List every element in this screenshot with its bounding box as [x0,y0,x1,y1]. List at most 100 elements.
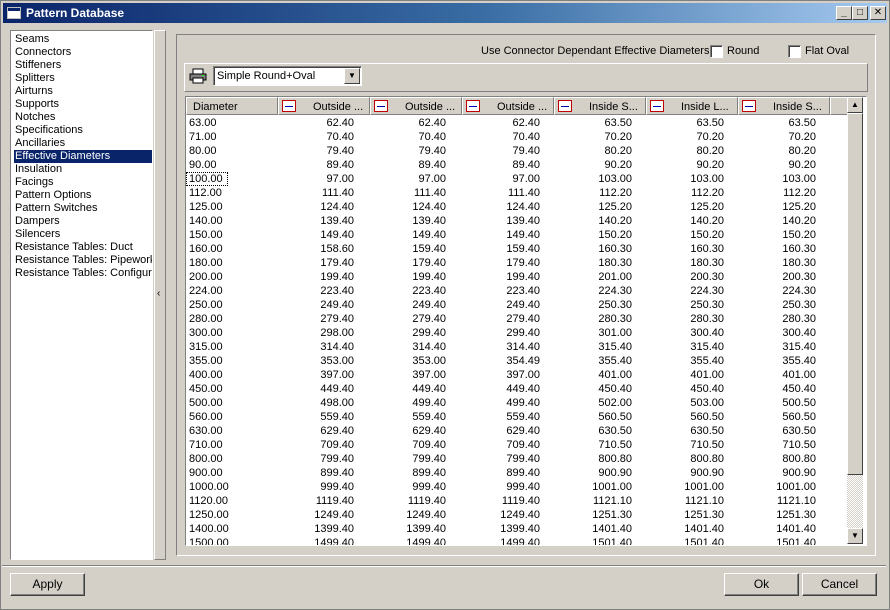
value-cell[interactable]: 200.30 [646,270,724,284]
diameter-cell[interactable]: 180.00 [186,256,276,270]
value-cell[interactable]: 353.00 [370,354,446,368]
value-cell[interactable]: 79.40 [462,144,540,158]
value-cell[interactable]: 630.50 [646,424,724,438]
value-cell[interactable]: 1501.40 [738,536,816,545]
minimize-button[interactable]: _ [836,6,852,20]
value-cell[interactable]: 314.40 [278,340,354,354]
sidebar-item[interactable]: Insulation [14,163,152,176]
value-cell[interactable]: 112.20 [554,186,632,200]
column-header[interactable]: Inside S... [738,97,830,115]
value-cell[interactable]: 124.40 [462,200,540,214]
table-row[interactable]: 1000.00 999.40 999.40 999.40 1001.00 1001.00 1… [186,480,848,494]
collapse-arrow-icon[interactable]: ‹ [157,288,160,299]
value-cell[interactable]: 200.30 [738,270,816,284]
value-cell[interactable]: 709.40 [462,438,540,452]
value-cell[interactable]: 502.00 [554,396,632,410]
diameter-cell[interactable]: 630.00 [186,424,276,438]
scroll-down-icon[interactable]: ▼ [847,528,863,544]
sidebar-item[interactable]: Pattern Switches [14,202,152,215]
diameter-cell[interactable]: 63.00 [186,116,276,130]
value-cell[interactable]: 249.40 [278,298,354,312]
table-row[interactable]: 1500.00 1499.40 1499.40 1499.40 1501.40 1501.… [186,536,848,545]
diameter-cell[interactable]: 140.00 [186,214,276,228]
value-cell[interactable]: 160.30 [554,242,632,256]
value-cell[interactable]: 62.40 [370,116,446,130]
value-cell[interactable]: 799.40 [278,452,354,466]
value-cell[interactable]: 80.20 [646,144,724,158]
value-cell[interactable]: 629.40 [462,424,540,438]
value-cell[interactable]: 125.20 [554,200,632,214]
apply-button[interactable]: Apply [10,573,85,596]
table-row[interactable]: 560.00 559.40 559.40 559.40 560.50 560.50 560.… [186,410,848,424]
value-cell[interactable]: 180.30 [738,256,816,270]
diameter-cell[interactable]: 112.00 [186,186,276,200]
sidebar-item[interactable]: Effective Diameters [14,150,152,163]
value-cell[interactable]: 450.40 [646,382,724,396]
sidebar-item[interactable]: Facings [14,176,152,189]
value-cell[interactable]: 250.30 [646,298,724,312]
table-row[interactable]: 63.00 62.40 62.40 62.40 63.50 63.50 63.50 [186,116,848,130]
value-cell[interactable]: 180.30 [646,256,724,270]
sidebar-item[interactable]: Ancillaries [14,137,152,150]
table-row[interactable]: 1120.00 1119.40 1119.40 1119.40 1121.10 1121.… [186,494,848,508]
value-cell[interactable]: 299.40 [370,326,446,340]
diameter-cell[interactable]: 280.00 [186,312,276,326]
value-cell[interactable]: 300.40 [646,326,724,340]
value-cell[interactable]: 150.20 [738,228,816,242]
effective-diameters-grid[interactable]: Diameter Outside ... Outside ... Outside ..… [185,96,867,546]
value-cell[interactable]: 1401.40 [646,522,724,536]
sidebar-item[interactable]: Supports [14,98,152,111]
value-cell[interactable]: 249.40 [462,298,540,312]
table-row[interactable]: 500.00 498.00 499.40 499.40 502.00 503.00 500.… [186,396,848,410]
value-cell[interactable]: 125.20 [738,200,816,214]
value-cell[interactable]: 90.20 [646,158,724,172]
value-cell[interactable]: 899.40 [370,466,446,480]
sidebar-item[interactable]: Seams [14,33,152,46]
value-cell[interactable]: 199.40 [278,270,354,284]
value-cell[interactable]: 279.40 [278,312,354,326]
ok-button[interactable]: Ok [724,573,799,596]
round-checkbox[interactable] [710,45,723,58]
diameter-cell[interactable]: 224.00 [186,284,276,298]
table-row[interactable]: 80.00 79.40 79.40 79.40 80.20 80.20 80.20 [186,144,848,158]
table-row[interactable]: 280.00 279.40 279.40 279.40 280.30 280.30 280.… [186,312,848,326]
table-row[interactable]: 400.00 397.00 397.00 397.00 401.00 401.00 401.… [186,368,848,382]
value-cell[interactable]: 224.30 [646,284,724,298]
value-cell[interactable]: 353.00 [278,354,354,368]
value-cell[interactable]: 999.40 [278,480,354,494]
value-cell[interactable]: 301.00 [554,326,632,340]
value-cell[interactable]: 1399.40 [462,522,540,536]
diameter-cell[interactable]: 1000.00 [186,480,276,494]
value-cell[interactable]: 223.40 [462,284,540,298]
table-row[interactable]: 710.00 709.40 709.40 709.40 710.50 710.50 710.… [186,438,848,452]
value-cell[interactable]: 224.30 [554,284,632,298]
value-cell[interactable]: 1399.40 [370,522,446,536]
table-row[interactable]: 355.00 353.00 353.00 354.49 355.40 355.40 355.… [186,354,848,368]
value-cell[interactable]: 315.40 [646,340,724,354]
value-cell[interactable]: 1251.30 [738,508,816,522]
value-cell[interactable]: 630.50 [738,424,816,438]
close-button[interactable]: ✕ [870,6,886,20]
value-cell[interactable]: 630.50 [554,424,632,438]
value-cell[interactable]: 449.40 [462,382,540,396]
value-cell[interactable]: 62.40 [462,116,540,130]
value-cell[interactable]: 560.50 [646,410,724,424]
value-cell[interactable]: 499.40 [370,396,446,410]
value-cell[interactable]: 280.30 [554,312,632,326]
value-cell[interactable]: 150.20 [554,228,632,242]
value-cell[interactable]: 70.40 [370,130,446,144]
value-cell[interactable]: 397.00 [370,368,446,382]
panel-splitter[interactable]: ‹ [154,30,166,560]
value-cell[interactable]: 150.20 [646,228,724,242]
value-cell[interactable]: 79.40 [370,144,446,158]
value-cell[interactable]: 103.00 [646,172,724,186]
value-cell[interactable]: 401.00 [554,368,632,382]
value-cell[interactable]: 89.40 [462,158,540,172]
diameter-cell[interactable]: 800.00 [186,452,276,466]
sidebar-item[interactable]: Specifications [14,124,152,137]
value-cell[interactable]: 112.20 [738,186,816,200]
value-cell[interactable]: 401.00 [646,368,724,382]
value-cell[interactable]: 63.50 [646,116,724,130]
value-cell[interactable]: 709.40 [370,438,446,452]
value-cell[interactable]: 1499.40 [462,536,540,545]
